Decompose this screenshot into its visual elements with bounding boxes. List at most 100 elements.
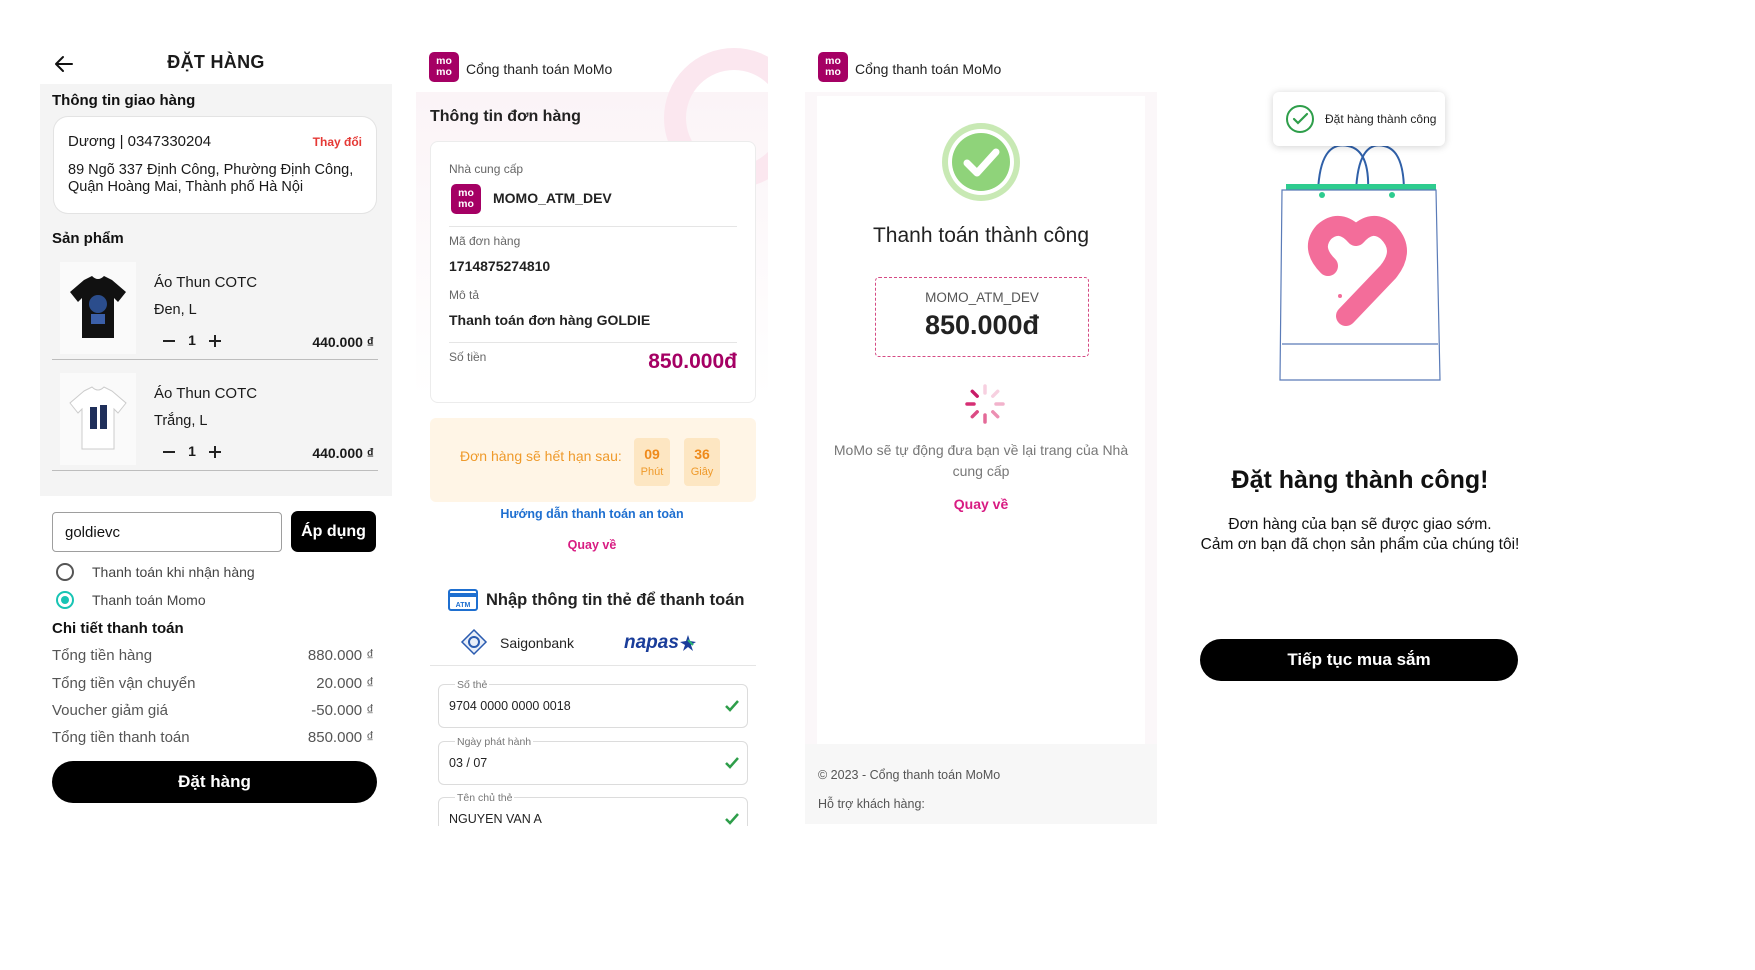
order-screen: ĐẶT HÀNG Thông tin giao hàng Dương | 034… [40,0,392,970]
paid-amount: 850.000đ [924,310,1040,340]
momo-logo: mo mo [818,52,848,82]
issue-date-field[interactable]: Ngày phát hành 03 / 07 [438,736,748,785]
minutes-unit: Phút [640,466,664,478]
cardholder-name-label: Tên chủ thẻ [455,792,515,804]
loading-spinner-icon [965,384,1005,424]
order-id-value: 1714875274810 [449,258,551,274]
subtotal-label: Tổng tiền hàng [52,647,153,664]
order-success-screen: Đặt hàng thành công Đặt hàng thành công!… [1180,0,1540,970]
quantity-stepper: 1 [160,443,224,463]
payment-success-title: Thanh toán thành công [872,224,1089,247]
description-value: Thanh toán đơn hàng GOLDIE [449,312,651,328]
success-check-icon [942,123,1020,201]
voucher-input[interactable] [52,512,282,552]
address-line-2: Quận Hoàng Mai, Thành phố Hà Nội [68,179,304,195]
safe-payment-guide-link[interactable]: Hướng dẫn thanh toán an toàn [416,507,768,521]
apply-voucher-button[interactable]: Áp dụng [291,511,376,552]
atm-card-icon: ATM [448,589,478,611]
divider [449,226,737,227]
divider [449,342,737,343]
seconds-unit: Giây [690,466,714,478]
logo-text-bottom: mo [458,197,474,210]
order-header: ĐẶT HÀNG [40,40,392,84]
momo-radio[interactable] [56,591,74,609]
minutes-box: 09 Phút [634,438,670,486]
provider-name: MOMO_ATM_DEV [493,190,612,206]
minutes-value: 09 [644,446,660,462]
minus-icon[interactable] [160,443,178,461]
subtotal-value: 880.000 ₫ [307,647,374,664]
quantity-stepper: 1 [160,332,224,352]
expiry-banner: Đơn hàng sẽ hết hạn sau: 09 Phút 36 Giây [430,418,756,502]
voucher-discount-value: -50.000 ₫ [311,702,374,719]
card-number-label: Số thẻ [455,679,490,691]
card-info-heading: Nhập thông tin thẻ để thanh toán [486,591,745,609]
cod-label: Thanh toán khi nhận hàng [92,564,255,580]
order-success-title: Đặt hàng thành công! [1231,466,1489,494]
minus-icon[interactable] [160,332,178,350]
page-title: ĐẶT HÀNG [167,52,265,72]
description-label: Mô tả [449,288,480,302]
order-info-heading: Thông tin đơn hàng [430,108,581,125]
success-toast: Đặt hàng thành công [1273,92,1445,146]
cod-radio[interactable] [56,563,74,581]
seconds-box: 36 Giây [684,438,720,486]
address-card[interactable]: Dương | 0347330204 Thay đổi 89 Ngõ 337 Đ… [54,117,376,213]
back-link[interactable]: Quay về [805,496,1157,512]
provider-label: Nhà cung cấp [449,162,524,176]
address-line-1: 89 Ngõ 337 Định Công, Phường Định Công, [68,162,354,178]
card-number-field[interactable]: Số thẻ 9704 0000 0000 0018 [438,679,748,728]
footer: © 2023 - Cổng thanh toán MoMo Hỗ trợ khá… [805,744,1157,824]
check-icon [725,700,739,712]
logo-text-bottom: mo [436,65,452,78]
momo-label: Thanh toán Momo [92,592,206,608]
toast-message: Đặt hàng thành công [1325,112,1437,126]
bank-name: Saigonbank [500,635,574,651]
payment-success-screen: mo mo Cổng thanh toán MoMo Thanh toán th… [805,0,1157,970]
expiry-text: Đơn hàng sẽ hết hạn sau: [460,448,622,464]
voucher-discount-label: Voucher giảm giá [52,702,168,719]
momo-logo: mo mo [429,52,459,82]
product-variant: Đen, L [154,302,197,318]
copyright-text: © 2023 - Cổng thanh toán MoMo [818,768,1001,782]
shipping-fee-label: Tổng tiền vận chuyển [52,675,196,692]
plus-icon[interactable] [206,332,224,350]
change-address-link[interactable]: Thay đổi [313,135,362,149]
quantity-value: 1 [188,443,196,459]
issue-date-label: Ngày phát hành [455,736,534,748]
product-variant: Trắng, L [154,413,208,429]
logo-text-bottom: mo [825,65,841,78]
back-link[interactable]: Quay về [416,538,768,552]
products-label: Sản phẩm [52,230,124,247]
delivery-message: Đơn hàng của bạn sẽ được giao sớm. [1228,516,1492,533]
product-price: 440.000 ₫ [312,445,374,461]
provider-logo: mo mo [451,184,481,214]
thank-you-message: Cảm ơn bạn đã chọn sản phẩm của chúng tô… [1200,536,1520,553]
product-item: Áo Thun COTC Đen, L 1 440.000 ₫ [52,262,378,360]
total-label: Tổng tiền thanh toán [52,729,190,746]
seconds-value: 36 [694,446,710,462]
napas-star-icon [680,635,696,651]
momo-payment-screen: mo mo Cổng thanh toán MoMo Thông tin đơn… [416,0,768,970]
continue-shopping-button[interactable]: Tiếp tục mua sắm [1200,639,1518,681]
svg-text:ATM: ATM [456,602,471,609]
order-id-label: Mã đơn hàng [449,234,521,248]
amount-box: MOMO_ATM_DEV 850.000đ [875,277,1089,357]
issue-date-value: 03 / 07 [449,756,488,770]
quantity-value: 1 [188,332,196,348]
shopping-bag-illustration [1279,144,1441,381]
recipient-name-phone: Dương | 0347330204 [68,133,212,150]
saigonbank-logo-icon [460,628,488,656]
product-price: 440.000 ₫ [312,334,374,350]
amount-value: 850.000đ [648,350,737,373]
plus-icon[interactable] [206,443,224,461]
place-order-button[interactable]: Đặt hàng [52,761,377,803]
product-name: Áo Thun COTC [154,385,258,402]
cardholder-name-value: NGUYEN VAN A [449,812,542,826]
order-info-card: Nhà cung cấp mo mo MOMO_ATM_DEV Mã đơn h… [430,141,756,403]
crop-mask [416,826,768,970]
shipping-fee-value: 20.000 ₫ [316,675,374,692]
divider [430,665,756,666]
total-value: 850.000 ₫ [307,729,374,746]
product-item: Áo Thun COTC Trắng, L 1 440.000 ₫ [52,373,378,471]
